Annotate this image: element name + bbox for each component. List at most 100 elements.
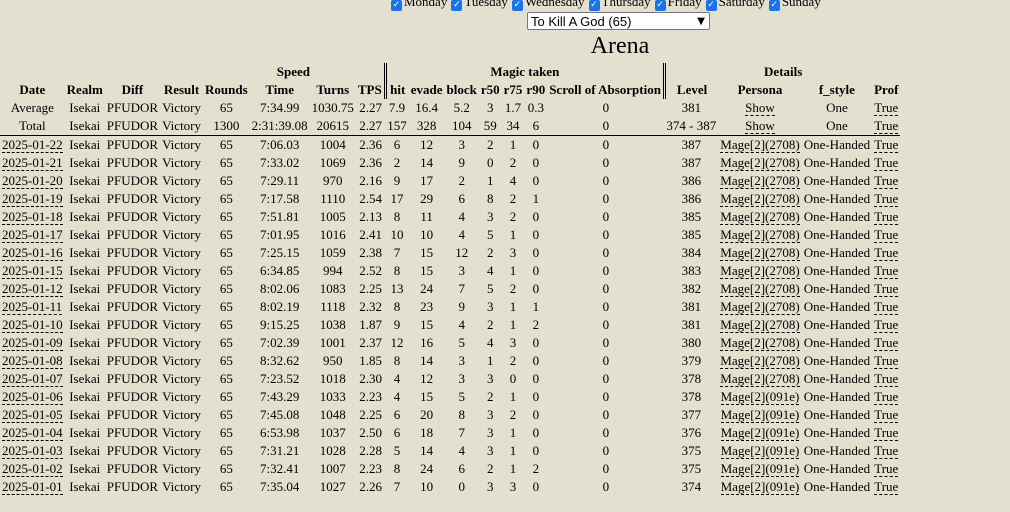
prof-link[interactable]: True	[874, 118, 899, 134]
checkbox-checked-icon[interactable]: ✓	[654, 0, 666, 11]
prof-link[interactable]: True	[874, 155, 899, 171]
prof-link[interactable]: True	[874, 209, 899, 225]
date-link[interactable]: 2025-01-12	[2, 281, 63, 297]
day-filter-monday[interactable]: ✓ Monday	[391, 0, 447, 11]
date-link[interactable]: 2025-01-10	[2, 317, 63, 333]
prof-link[interactable]: True	[874, 461, 899, 477]
day-filter-friday[interactable]: ✓ Friday	[654, 0, 702, 11]
day-filter-tuesday[interactable]: ✓ Tuesday	[451, 0, 508, 11]
date-link[interactable]: 2025-01-03	[2, 443, 63, 459]
prof-link[interactable]: True	[874, 281, 899, 297]
date-link[interactable]: 2025-01-05	[2, 407, 63, 423]
date-link[interactable]: 2025-01-17	[2, 227, 63, 243]
date-link[interactable]: 2025-01-02	[2, 461, 63, 477]
prof-link[interactable]: True	[874, 317, 899, 333]
persona-link[interactable]: Mage[2](2708)	[720, 209, 800, 225]
column-header[interactable]: Turns	[310, 81, 356, 99]
arena-select[interactable]: To Kill A God (65) ▼	[527, 12, 710, 30]
persona-link[interactable]: Show	[745, 100, 775, 116]
column-header[interactable]: Result	[160, 81, 203, 99]
date-link[interactable]: 2025-01-20	[2, 173, 63, 189]
persona-link[interactable]: Mage[2](2708)	[720, 191, 800, 207]
persona-link[interactable]: Mage[2](091e)	[720, 389, 800, 405]
checkbox-checked-icon[interactable]: ✓	[768, 0, 780, 11]
column-header[interactable]: Scroll of Absorption	[547, 81, 666, 99]
column-header[interactable]: r50	[479, 81, 502, 99]
persona-link[interactable]: Mage[2](091e)	[720, 443, 800, 459]
persona-link[interactable]: Mage[2](2708)	[720, 137, 800, 153]
prof-link[interactable]: True	[874, 353, 899, 369]
date-link[interactable]: 2025-01-04	[2, 425, 63, 441]
prof-link[interactable]: True	[874, 335, 899, 351]
date-link[interactable]: 2025-01-18	[2, 209, 63, 225]
date-link[interactable]: 2025-01-06	[2, 389, 63, 405]
prof-link[interactable]: True	[874, 407, 899, 423]
column-header[interactable]: Prof	[872, 81, 900, 99]
prof-link[interactable]: True	[874, 389, 899, 405]
day-filter-sunday[interactable]: ✓ Sunday	[768, 0, 821, 11]
persona-link[interactable]: Mage[2](2708)	[720, 317, 800, 333]
persona-link[interactable]: Mage[2](2708)	[720, 281, 800, 297]
column-header[interactable]: Diff	[105, 81, 160, 99]
prof-link[interactable]: True	[874, 191, 899, 207]
persona-link[interactable]: Show	[745, 118, 775, 134]
persona-link[interactable]: Mage[2](091e)	[720, 407, 800, 423]
prof-link[interactable]: True	[874, 479, 899, 495]
column-header[interactable]: Persona	[718, 81, 801, 99]
column-header[interactable]: Time	[250, 81, 310, 99]
date-link[interactable]: 2025-01-21	[2, 155, 63, 171]
checkbox-checked-icon[interactable]: ✓	[451, 0, 463, 11]
checkbox-checked-icon[interactable]: ✓	[705, 0, 717, 11]
prof-link[interactable]: True	[874, 263, 899, 279]
prof-link[interactable]: True	[874, 100, 899, 116]
persona-link[interactable]: Mage[2](091e)	[720, 479, 800, 495]
persona-link[interactable]: Mage[2](091e)	[720, 461, 800, 477]
date-link[interactable]: 2025-01-07	[2, 371, 63, 387]
day-filter-saturday[interactable]: ✓ Saturday	[705, 0, 765, 11]
date-link[interactable]: 2025-01-09	[2, 335, 63, 351]
checkbox-checked-icon[interactable]: ✓	[511, 0, 523, 11]
r75-cell: 1	[509, 137, 517, 152]
prof-link[interactable]: True	[874, 227, 899, 243]
date-link[interactable]: 2025-01-16	[2, 245, 63, 261]
persona-link[interactable]: Mage[2](2708)	[720, 335, 800, 351]
checkbox-checked-icon[interactable]: ✓	[588, 0, 600, 11]
date-link[interactable]: 2025-01-15	[2, 263, 63, 279]
column-header[interactable]: Realm	[65, 81, 105, 99]
persona-link[interactable]: Mage[2](2708)	[720, 155, 800, 171]
date-link[interactable]: 2025-01-19	[2, 191, 63, 207]
date-link[interactable]: 2025-01-22	[2, 137, 63, 153]
prof-link[interactable]: True	[874, 425, 899, 441]
day-filter-wednesday[interactable]: ✓ Wednesday	[511, 0, 585, 11]
prof-cell: True	[872, 298, 900, 316]
date-link[interactable]: 2025-01-01	[2, 479, 63, 495]
persona-link[interactable]: Mage[2](2708)	[720, 173, 800, 189]
persona-link[interactable]: Mage[2](2708)	[720, 227, 800, 243]
column-header[interactable]: hit	[383, 81, 409, 99]
persona-link[interactable]: Mage[2](2708)	[720, 245, 800, 261]
column-header[interactable]: Rounds	[203, 81, 250, 99]
persona-link[interactable]: Mage[2](2708)	[720, 371, 800, 387]
column-header[interactable]: r90	[524, 81, 547, 99]
column-header[interactable]: Level	[664, 81, 718, 99]
column-header[interactable]: block	[445, 81, 479, 99]
column-header[interactable]: evade	[409, 81, 445, 99]
prof-link[interactable]: True	[874, 245, 899, 261]
persona-link[interactable]: Mage[2](2708)	[720, 353, 800, 369]
prof-link[interactable]: True	[874, 173, 899, 189]
column-header[interactable]: f_style	[802, 81, 872, 99]
checkbox-checked-icon[interactable]: ✓	[391, 0, 402, 11]
persona-link[interactable]: Mage[2](2708)	[720, 299, 800, 315]
column-header[interactable]: Date	[0, 81, 65, 99]
column-header[interactable]: r75	[502, 81, 525, 99]
date-link[interactable]: 2025-01-11	[2, 299, 63, 315]
prof-link[interactable]: True	[874, 299, 899, 315]
column-header[interactable]: TPS	[356, 81, 385, 99]
prof-link[interactable]: True	[874, 137, 899, 153]
persona-link[interactable]: Mage[2](091e)	[720, 425, 800, 441]
persona-link[interactable]: Mage[2](2708)	[720, 263, 800, 279]
day-filter-thursday[interactable]: ✓ Thursday	[588, 0, 651, 11]
prof-link[interactable]: True	[874, 443, 899, 459]
date-link[interactable]: 2025-01-08	[2, 353, 63, 369]
prof-link[interactable]: True	[874, 371, 899, 387]
